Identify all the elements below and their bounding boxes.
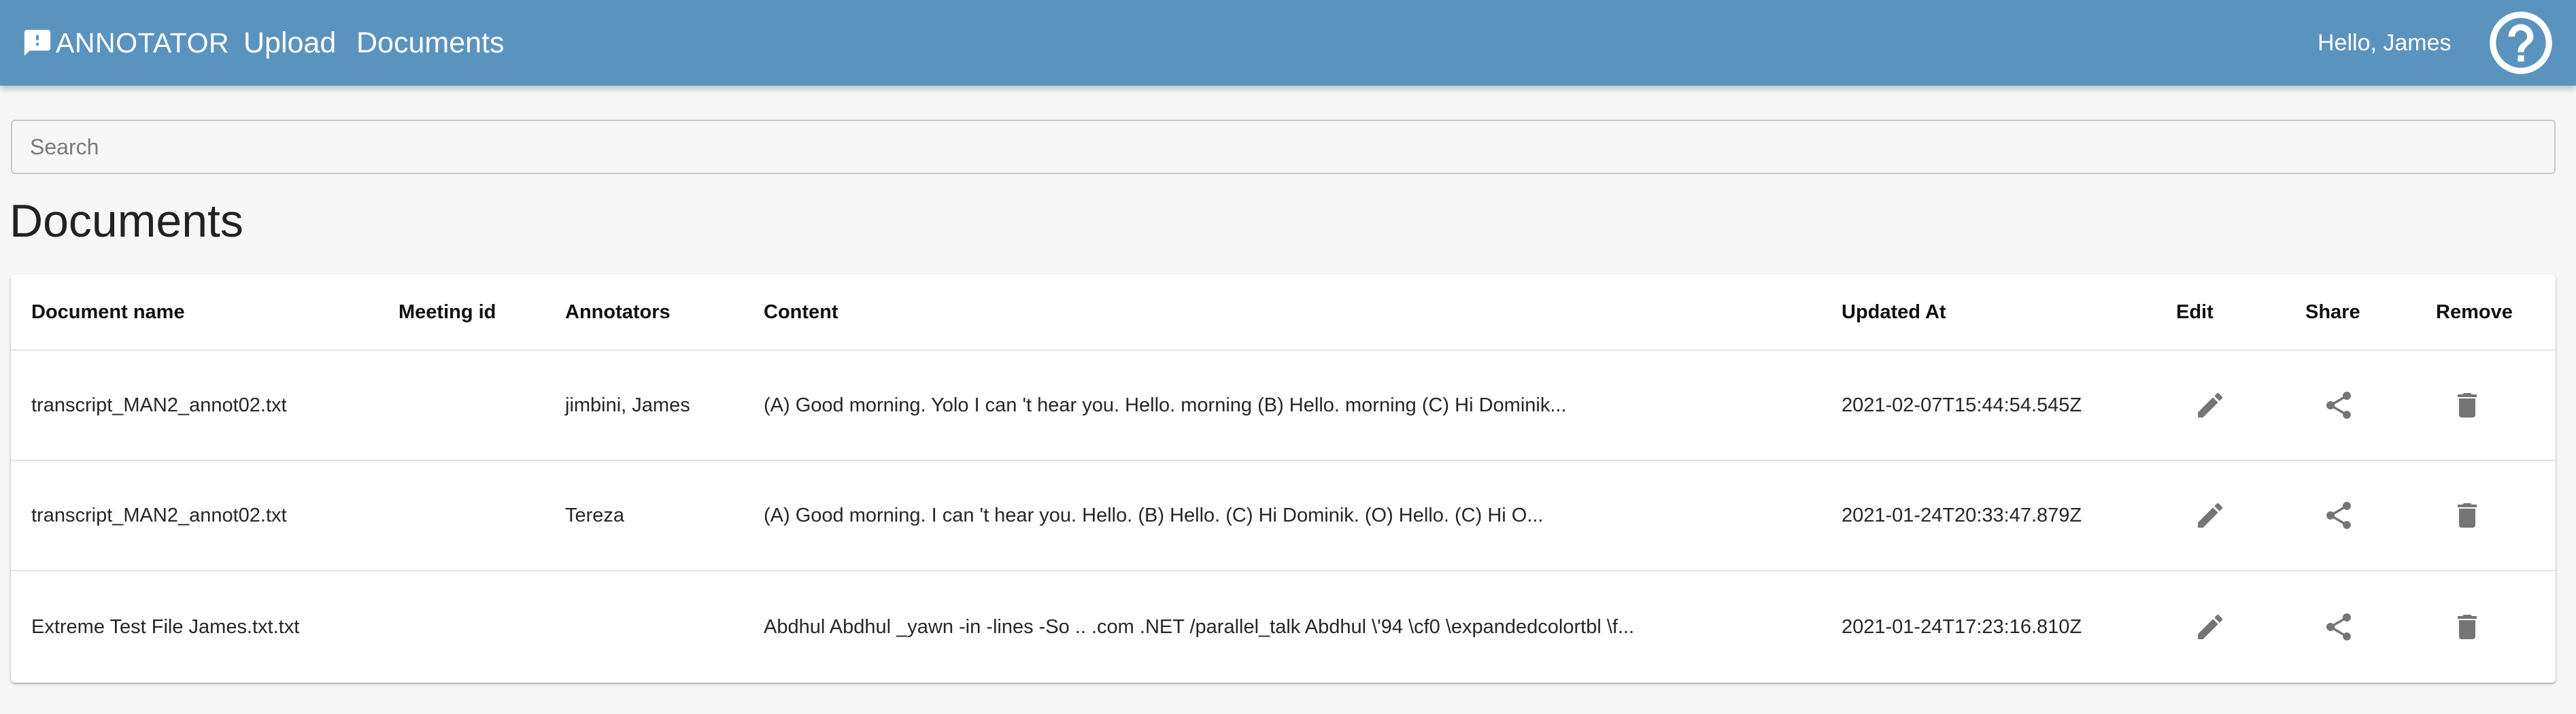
cell-updated-at: 2021-01-24T17:23:16.810Z <box>1842 615 2082 638</box>
help-button[interactable] <box>2484 5 2558 80</box>
search-input[interactable] <box>11 120 2556 174</box>
header-document-name[interactable]: Document name <box>31 275 185 350</box>
trash-icon <box>2458 615 2477 639</box>
help-circle-icon <box>2490 12 2552 74</box>
cell-content: (A) Good morning. I can 't hear you. Hel… <box>764 504 1544 526</box>
cell-document-name: transcript_MAN2_annot02.txt <box>31 504 287 526</box>
header-content[interactable]: Content <box>764 275 838 350</box>
header-remove: Remove <box>2436 301 2513 323</box>
header-updated-at[interactable]: Updated At <box>1842 275 1946 350</box>
table-row[interactable]: transcript_MAN2_annot02.txt Tereza (A) G… <box>11 461 2556 571</box>
table-header: Document name Meeting id Annotators Cont… <box>11 275 2556 351</box>
trash-icon <box>2458 393 2477 418</box>
remove-button[interactable] <box>2445 605 2489 649</box>
header-share: Share <box>2305 301 2360 323</box>
edit-button[interactable] <box>2188 605 2232 649</box>
table-row[interactable]: Extreme Test File James.txt.txt Abdhul A… <box>11 571 2556 683</box>
share-icon <box>2326 613 2351 641</box>
cell-annotators: jimbini, James <box>565 394 690 416</box>
documents-table: Document name Meeting id Annotators Cont… <box>11 275 2556 683</box>
remove-button[interactable] <box>2445 384 2489 427</box>
header-annotators[interactable]: Annotators <box>565 275 671 350</box>
pencil-icon <box>2198 503 2223 528</box>
brand[interactable]: ANNOTATOR <box>22 0 229 86</box>
share-icon <box>2326 502 2351 529</box>
trash-icon <box>2458 503 2477 528</box>
share-button[interactable] <box>2317 605 2360 649</box>
brand-name: ANNOTATOR <box>56 27 230 58</box>
header-meeting-id[interactable]: Meeting id <box>399 275 496 350</box>
cell-document-name: transcript_MAN2_annot02.txt <box>31 394 287 416</box>
cell-document-name: Extreme Test File James.txt.txt <box>31 615 300 638</box>
share-button[interactable] <box>2317 384 2360 427</box>
edit-button[interactable] <box>2188 384 2232 427</box>
share-button[interactable] <box>2317 494 2360 537</box>
cell-annotators: Tereza <box>565 504 625 526</box>
nav-upload-link[interactable]: Upload <box>243 0 336 86</box>
share-icon <box>2326 392 2351 419</box>
table-row[interactable]: transcript_MAN2_annot02.txt jimbini, Jam… <box>11 351 2556 461</box>
user-greeting: Hello, James <box>2318 29 2452 56</box>
header-edit: Edit <box>2176 301 2214 323</box>
cell-updated-at: 2021-02-07T15:44:54.545Z <box>1842 394 2082 416</box>
nav-documents-link[interactable]: Documents <box>356 0 504 86</box>
edit-button[interactable] <box>2188 494 2232 537</box>
pencil-icon <box>2198 392 2223 418</box>
cell-content: (A) Good morning. Yolo I can 't hear you… <box>764 394 1567 416</box>
feedback-icon <box>24 29 51 56</box>
remove-button[interactable] <box>2445 494 2489 537</box>
cell-content: Abdhul Abdhul _yawn -in -lines -So .. .c… <box>764 615 1635 638</box>
page-title: Documents <box>10 195 243 247</box>
cell-updated-at: 2021-01-24T20:33:47.879Z <box>1842 504 2082 526</box>
pencil-icon <box>2198 614 2223 639</box>
app-bar: ANNOTATOR Upload Documents Hello, James <box>0 0 2576 86</box>
